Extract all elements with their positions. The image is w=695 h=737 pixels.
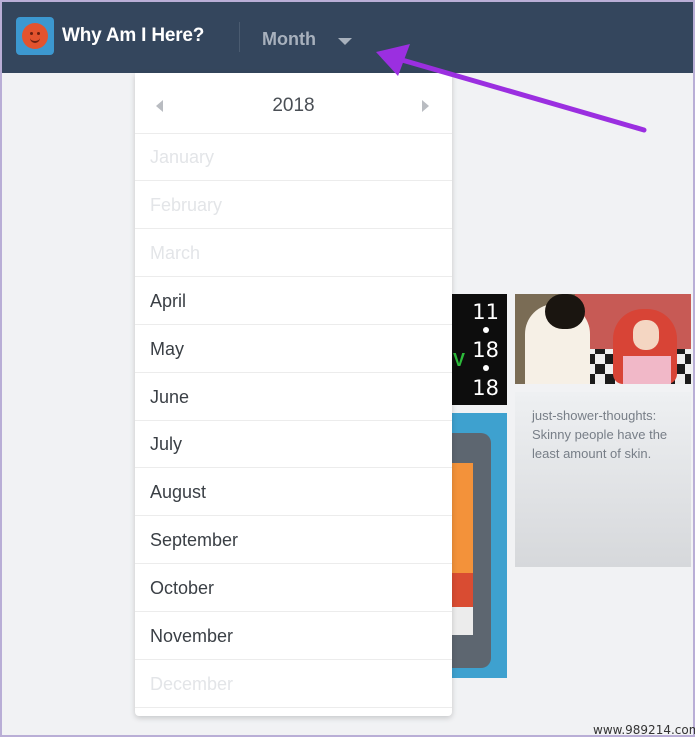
cartoon-image-card[interactable] — [515, 294, 691, 384]
month-item-november[interactable]: November — [135, 613, 452, 660]
year-selector: 2018 — [135, 73, 452, 134]
app-logo-icon[interactable] — [16, 17, 54, 55]
view-range-dropdown[interactable]: Month — [257, 24, 367, 54]
month-item-october[interactable]: October — [135, 565, 452, 613]
clock-card[interactable]: 11 18 V 18 — [451, 294, 507, 405]
clock-hour: 11 — [472, 300, 499, 324]
clock-minute: 18 — [472, 338, 499, 362]
month-item-august[interactable]: August — [135, 469, 452, 517]
quote-text: just-shower-thoughts: Skinny people have… — [532, 408, 668, 461]
view-range-label: Month — [262, 29, 316, 49]
phone-illustration-card[interactable] — [451, 413, 507, 678]
watermark-text: www.989214.com — [593, 723, 695, 737]
month-item-january: January — [135, 134, 452, 181]
caret-down-icon — [338, 38, 352, 45]
month-item-june[interactable]: June — [135, 374, 452, 421]
month-item-february: February — [135, 182, 452, 229]
month-item-september[interactable]: September — [135, 517, 452, 565]
header-divider — [239, 22, 240, 52]
smiling-face-icon — [22, 23, 48, 49]
phone-icon — [451, 433, 491, 668]
month-item-april[interactable]: April — [135, 278, 452, 325]
month-item-july[interactable]: July — [135, 421, 452, 469]
clock-second: 18 — [472, 376, 499, 400]
chevron-right-icon — [422, 100, 429, 112]
month-picker-dropdown: 2018 January February March April May Ju… — [135, 73, 452, 716]
month-item-may[interactable]: May — [135, 326, 452, 373]
quote-card[interactable]: just-shower-thoughts: Skinny people have… — [515, 392, 691, 567]
year-label: 2018 — [272, 95, 315, 116]
month-item-december: December — [135, 661, 452, 708]
top-navigation-bar: Why Am I Here? Month — [2, 2, 693, 73]
app-title[interactable]: Why Am I Here? — [62, 25, 204, 47]
clock-letter: V — [453, 350, 466, 370]
month-item-march: March — [135, 230, 452, 277]
